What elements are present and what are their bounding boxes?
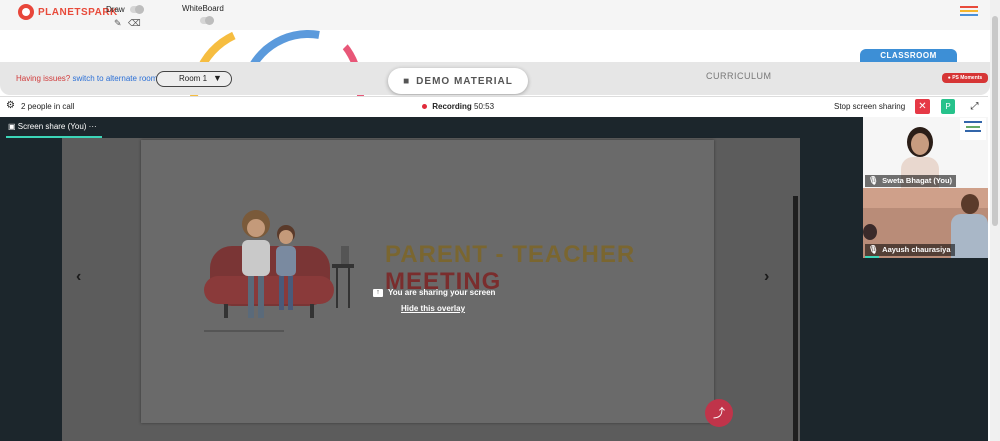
- draw-toggle[interactable]: [130, 5, 144, 14]
- room-select-value: Room 1: [179, 74, 208, 83]
- participant-name: Aayush chaurasiya: [882, 245, 951, 254]
- table-leg: [348, 268, 350, 308]
- card-line: [964, 121, 982, 123]
- curriculum-tab[interactable]: CURRICULUM: [706, 71, 772, 81]
- classroom-tab[interactable]: CLASSROOM: [860, 49, 957, 63]
- whiteboard-card: [960, 118, 986, 140]
- parent-body: [242, 240, 270, 276]
- sharing-message-text: You are sharing your screen: [388, 288, 496, 297]
- participant-avatar[interactable]: P: [941, 99, 955, 114]
- top-bar: [0, 0, 1000, 30]
- child-leg: [279, 276, 284, 310]
- fullscreen-expand-icon[interactable]: ⤢: [967, 99, 982, 114]
- screen-upload-icon: ↑: [373, 288, 383, 297]
- more-options-icon[interactable]: ···: [89, 122, 97, 131]
- card-line: [965, 130, 981, 132]
- issues-message: Having issues? switch to alternate room: [16, 74, 157, 83]
- draw-label: Draw: [106, 5, 125, 14]
- couch-leg: [310, 304, 314, 318]
- child-leg: [288, 276, 293, 310]
- chevron-left-icon[interactable]: ‹: [76, 268, 81, 286]
- side-table: [332, 264, 354, 268]
- couch-leg: [224, 304, 228, 318]
- share-icon[interactable]: ⤴: [705, 399, 733, 427]
- speaking-indicator: [865, 256, 879, 258]
- participant-nameplate: 🎙 Aayush chaurasiya: [865, 244, 955, 256]
- eraser-icon[interactable]: ⌫: [128, 18, 141, 29]
- couch-seat: [204, 276, 334, 304]
- demo-material-label: DEMO MATERIAL: [416, 75, 513, 87]
- demo-material-button[interactable]: ■ DEMO MATERIAL: [388, 68, 528, 94]
- stop-sharing-close-button[interactable]: ✕: [915, 99, 930, 114]
- ps-moments-label: PS Moments: [952, 75, 983, 81]
- people-count: 2 people in call: [21, 102, 75, 111]
- stop-screen-sharing-label: Stop screen sharing: [834, 102, 906, 111]
- floor-line: [204, 330, 284, 332]
- recording-label: Recording: [432, 102, 472, 111]
- record-dot-icon: [422, 104, 427, 110]
- microphone-icon[interactable]: 🎙: [868, 244, 878, 256]
- pencil-icon[interactable]: ✎: [114, 18, 122, 29]
- menu-line: [960, 14, 978, 16]
- parent-leg: [248, 276, 254, 318]
- caret-down-icon: ▼: [213, 73, 222, 83]
- parent-face: [247, 219, 265, 237]
- parent-leg: [258, 276, 264, 318]
- recording-time: 50:53: [474, 102, 495, 111]
- child-head: [863, 224, 877, 240]
- issues-text: Having issues?: [16, 74, 71, 83]
- ps-moments-button[interactable]: ● PS Moments: [942, 73, 988, 83]
- child-body: [276, 246, 296, 276]
- video-sidebar-background: [863, 258, 988, 441]
- hide-overlay-link[interactable]: Hide this overlay: [401, 304, 465, 313]
- slide-scrollbar[interactable]: [793, 196, 798, 441]
- gear-icon[interactable]: ⚙: [6, 100, 15, 111]
- lamp: [341, 246, 349, 264]
- card-line: [966, 126, 980, 128]
- room-select[interactable]: Room 1 ▼: [156, 71, 232, 87]
- whiteboard-toggle[interactable]: [200, 16, 214, 25]
- planetspark-logo[interactable]: PLANETSPARK: [18, 4, 118, 20]
- alternate-room-link[interactable]: switch to alternate room: [72, 74, 157, 83]
- whiteboard-label: WhiteBoard: [182, 4, 224, 13]
- child-face: [279, 230, 293, 244]
- participant-nameplate: 🎙 Sweta Bhagat (You): [865, 175, 957, 187]
- screen-share-tab-label: Screen share (You): [17, 122, 87, 131]
- participant-face: [961, 194, 979, 214]
- menu-line: [960, 10, 978, 12]
- screen-share-icon: ▣: [8, 122, 16, 131]
- page-scrollbar-thumb[interactable]: [992, 16, 998, 226]
- parent-child-illustration: [204, 210, 354, 332]
- sharing-overlay-message: ↑ You are sharing your screen: [373, 288, 495, 297]
- chevron-right-icon[interactable]: ›: [764, 268, 769, 286]
- participant-face: [911, 133, 929, 155]
- microphone-icon[interactable]: 🎙: [868, 175, 878, 187]
- folder-icon: ■: [403, 75, 411, 87]
- table-leg: [336, 268, 338, 308]
- menu-line: [960, 6, 978, 8]
- camera-icon: ●: [947, 75, 951, 81]
- hamburger-menu-icon[interactable]: [960, 6, 978, 18]
- participant-shirt: [951, 214, 988, 258]
- slide-title-line1: PARENT - TEACHER: [385, 241, 636, 268]
- recording-indicator: Recording 50:53: [422, 102, 494, 111]
- logo-icon: [18, 4, 34, 20]
- screen-share-tab[interactable]: ▣ Screen share (You) ···: [8, 122, 97, 131]
- participant-name: Sweta Bhagat (You): [882, 176, 953, 185]
